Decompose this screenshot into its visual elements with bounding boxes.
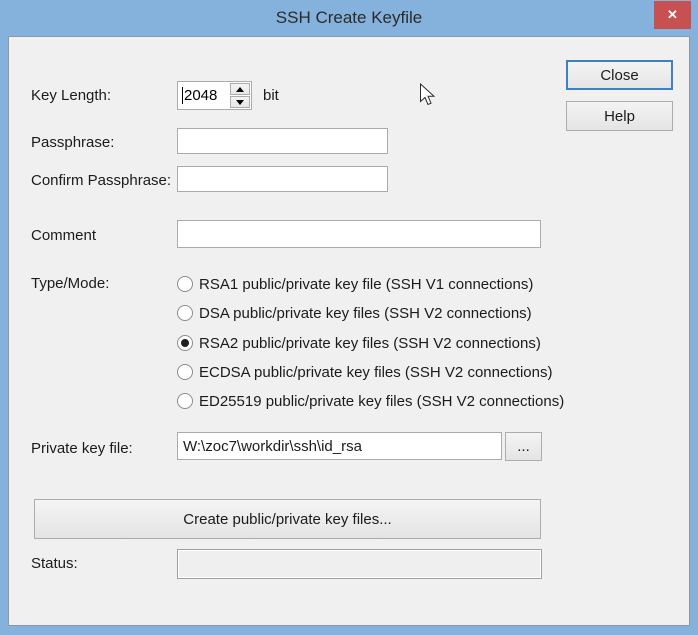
- status-field: [177, 549, 542, 579]
- close-button[interactable]: Close: [566, 60, 673, 90]
- browse-button[interactable]: ...: [505, 432, 542, 461]
- arrow-up-icon: [236, 87, 244, 92]
- help-button[interactable]: Help: [566, 101, 673, 131]
- radio-option-dsa[interactable]: DSA public/private key files (SSH V2 con…: [177, 303, 532, 323]
- spinner-down-button[interactable]: [230, 96, 250, 108]
- spinner-up-button[interactable]: [230, 83, 250, 95]
- radio-button-icon[interactable]: [177, 393, 193, 409]
- radio-option-label: ED25519 public/private key files (SSH V2…: [199, 393, 564, 410]
- key-length-spinner: [177, 81, 252, 110]
- ssh-create-keyfile-dialog: SSH Create Keyfile ✕ Close Help Key Leng…: [0, 0, 698, 635]
- window-title: SSH Create Keyfile: [0, 8, 698, 28]
- radio-option-label: DSA public/private key files (SSH V2 con…: [199, 305, 532, 322]
- key-length-label: Key Length:: [31, 87, 111, 104]
- radio-button-icon[interactable]: [177, 276, 193, 292]
- private-key-file-input[interactable]: [177, 432, 502, 460]
- private-key-file-label: Private key file:: [31, 440, 133, 457]
- titlebar[interactable]: SSH Create Keyfile ✕: [0, 0, 698, 36]
- create-keyfiles-button[interactable]: Create public/private key files...: [34, 499, 541, 539]
- dialog-body: Close Help Key Length: bit Passphrase: C…: [8, 36, 690, 626]
- mouse-cursor-icon: [419, 83, 435, 106]
- window-close-button[interactable]: ✕: [654, 1, 691, 29]
- arrow-down-icon: [236, 100, 244, 105]
- radio-option-ecdsa[interactable]: ECDSA public/private key files (SSH V2 c…: [177, 362, 553, 382]
- radio-option-label: ECDSA public/private key files (SSH V2 c…: [199, 364, 553, 381]
- radio-button-icon[interactable]: [177, 305, 193, 321]
- close-icon: ✕: [667, 7, 678, 23]
- type-mode-label: Type/Mode:: [31, 275, 109, 292]
- confirm-passphrase-input[interactable]: [177, 166, 388, 192]
- radio-option-label: RSA2 public/private key files (SSH V2 co…: [199, 335, 541, 352]
- comment-label: Comment: [31, 227, 96, 244]
- key-length-input[interactable]: [178, 82, 230, 109]
- radio-option-ed25519[interactable]: ED25519 public/private key files (SSH V2…: [177, 391, 564, 411]
- confirm-passphrase-label: Confirm Passphrase:: [31, 172, 171, 189]
- comment-input[interactable]: [177, 220, 541, 248]
- passphrase-input[interactable]: [177, 128, 388, 154]
- radio-button-icon[interactable]: [177, 335, 193, 351]
- radio-button-icon[interactable]: [177, 364, 193, 380]
- passphrase-label: Passphrase:: [31, 134, 114, 151]
- radio-option-rsa1[interactable]: RSA1 public/private key file (SSH V1 con…: [177, 274, 533, 294]
- radio-option-label: RSA1 public/private key file (SSH V1 con…: [199, 276, 533, 293]
- status-label: Status:: [31, 555, 78, 572]
- radio-option-rsa2[interactable]: RSA2 public/private key files (SSH V2 co…: [177, 333, 541, 353]
- key-length-unit-label: bit: [263, 87, 279, 104]
